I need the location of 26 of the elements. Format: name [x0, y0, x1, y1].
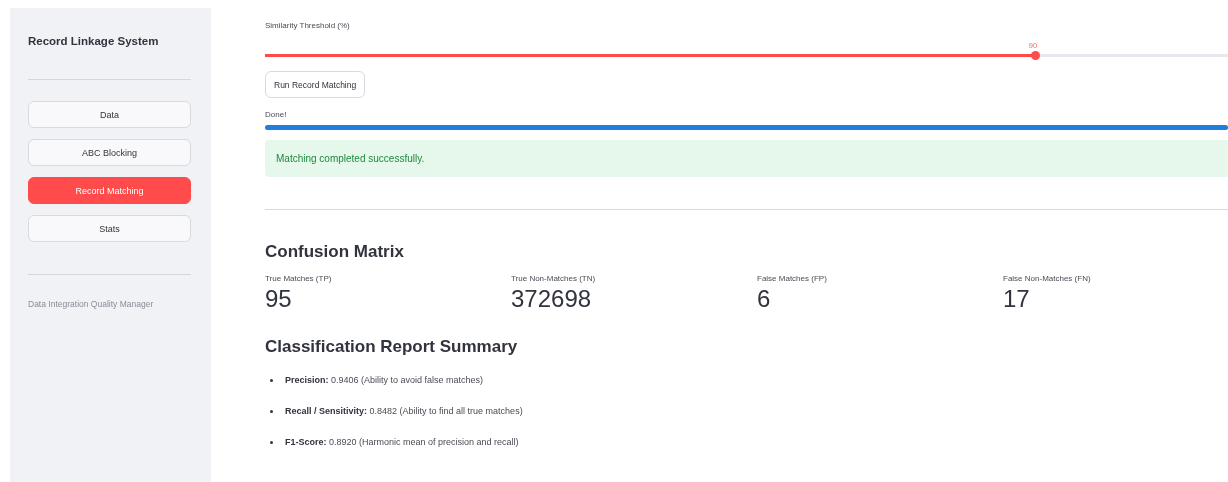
metric-label: True Non-Matches (TN) [511, 274, 597, 283]
nav-button[interactable]: Data [28, 101, 191, 128]
metric-value: 6 [757, 285, 772, 313]
metric-value: 95 [265, 285, 293, 313]
nav-button[interactable]: ABC Blocking [28, 139, 191, 166]
nav-button[interactable]: Stats [28, 215, 191, 242]
report-item: Precision: 0.9406 (Ability to avoid false matches) [285, 375, 484, 385]
metric-value: 372698 [511, 285, 593, 313]
bullet-icon [270, 409, 273, 413]
progress-label: Done! [265, 110, 288, 119]
success-alert: Matching completed successfully. [265, 140, 1228, 177]
sidebar-footer-text: Data Integration Quality Manager [28, 299, 155, 309]
section-heading: Confusion Matrix [265, 242, 405, 262]
report-item: Recall / Sensitivity: 0.8482 (Ability to find all true matches) [285, 406, 523, 416]
run-button[interactable]: Run Record Matching [265, 71, 366, 98]
bullet-icon [270, 378, 273, 382]
slider-value: 90 [1028, 41, 1038, 50]
bullet-icon [270, 440, 273, 444]
report-item: F1-Score: 0.8920 (Harmonic mean of precision and recall) [285, 437, 519, 447]
metric-label: False Non-Matches (FN) [1003, 274, 1092, 283]
app-title: Record Linkage System [28, 35, 160, 47]
metric-label: False Matches (FP) [757, 274, 828, 283]
slider-label: Similarity Threshold (%) [265, 21, 351, 30]
metric-label: True Matches (TP) [265, 274, 333, 283]
section-heading: Classification Report Summary [265, 337, 519, 357]
metric-value: 17 [1003, 285, 1031, 313]
